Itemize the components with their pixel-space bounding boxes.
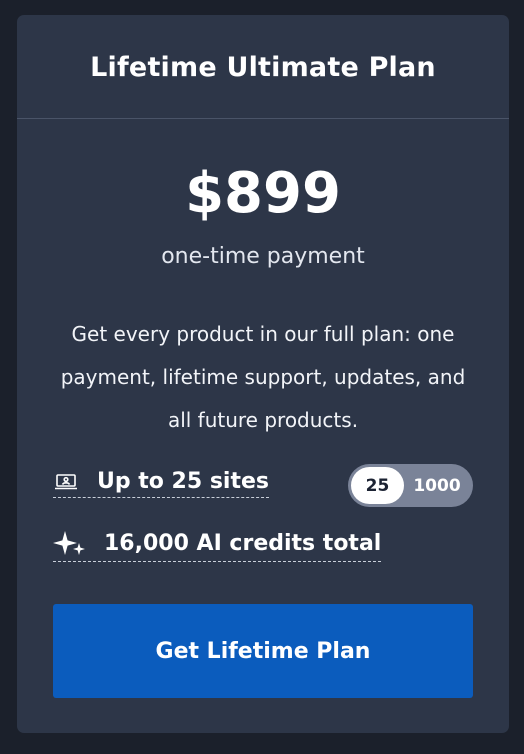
feature-sites[interactable]: Up to 25 sites — [53, 469, 270, 498]
payment-type: one-time payment — [161, 244, 365, 269]
pricing-card: Lifetime Ultimate Plan $899 one-time pay… — [17, 15, 509, 733]
feature-sites-label: Up to 25 sites — [97, 469, 270, 494]
laptop-icon — [53, 472, 79, 492]
feature-credits-label: 16,000 AI credits total — [104, 530, 382, 556]
plan-price: $899 — [185, 161, 341, 226]
sparkle-icon — [53, 528, 87, 558]
feature-credits[interactable]: 16,000 AI credits total — [53, 528, 382, 562]
toggle-option-25[interactable]: 25 — [351, 467, 404, 504]
toggle-option-1000[interactable]: 1000 — [404, 467, 470, 504]
sites-toggle[interactable]: 25 1000 — [348, 464, 473, 507]
get-lifetime-plan-button[interactable]: Get Lifetime Plan — [53, 604, 473, 698]
plan-description: Get every product in our full plan: one … — [60, 322, 466, 432]
plan-title: Lifetime Ultimate Plan — [90, 52, 436, 83]
card-header: Lifetime Ultimate Plan — [17, 15, 509, 119]
